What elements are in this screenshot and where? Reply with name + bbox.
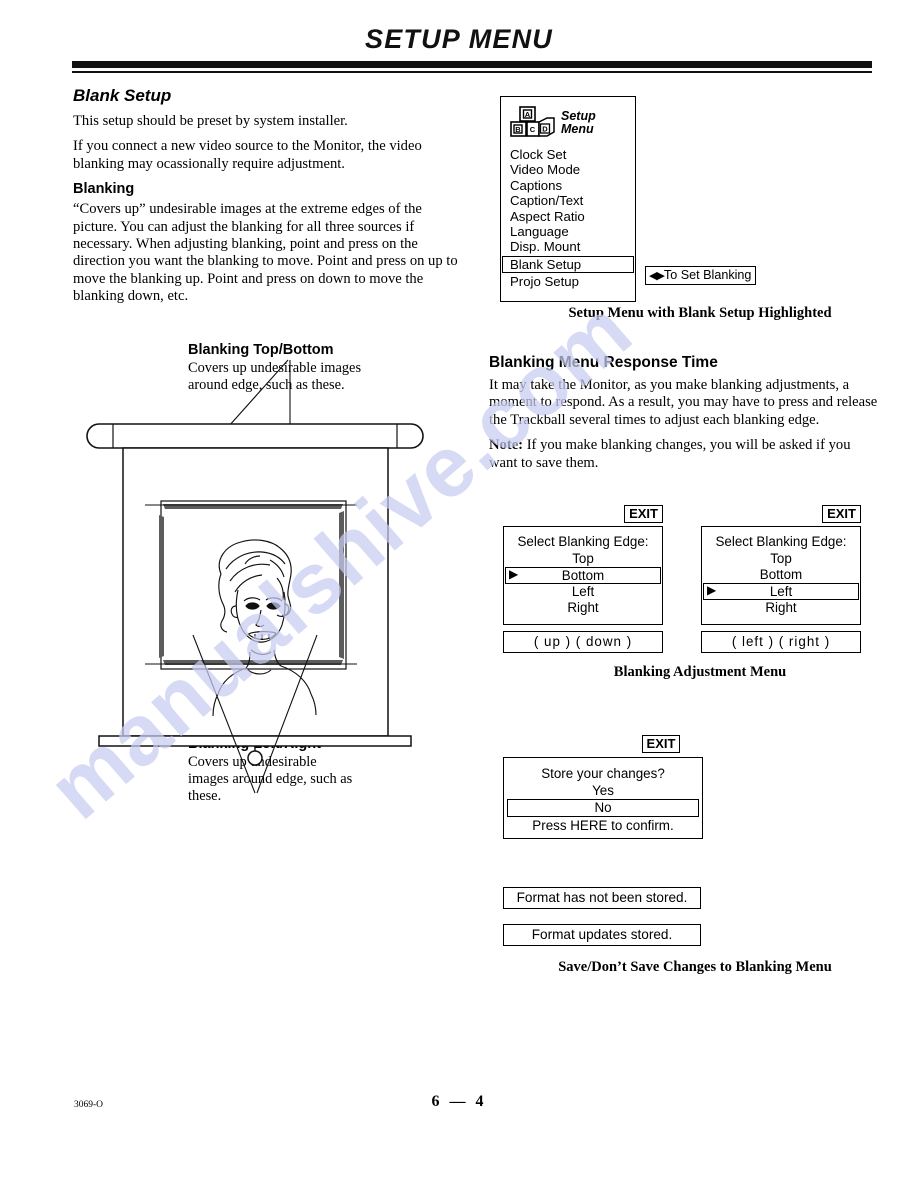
alphabet-blocks-icon: A B C D <box>510 106 555 137</box>
save-changes-caption: Save/Don’t Save Changes to Blanking Menu <box>558 959 832 975</box>
blanking-option-bottom-left-label: Bottom <box>561 568 605 583</box>
select-blanking-edge-box-left-right: Select Blanking Edge: Top Bottom ▶ Left R… <box>701 526 861 625</box>
blanking-option-bottom-left[interactable]: ▶ Bottom <box>505 567 661 584</box>
setup-menu-item-disp-mount[interactable]: Disp. Mount <box>501 239 635 254</box>
svg-text:C: C <box>530 125 536 134</box>
select-blanking-edge-box-up-down: Select Blanking Edge: Top ▶ Bottom Left R… <box>503 526 663 625</box>
left-right-arrows-icon: ◀▶ <box>649 270 665 282</box>
store-changes-dialog: Store your changes? Yes No Press HERE to… <box>503 757 703 839</box>
to-set-blanking-hint: ◀▶To Set Blanking <box>645 266 757 285</box>
blanking-option-left-right[interactable]: ▶ Left <box>703 583 859 600</box>
right-column: Blanking Menu Response Time It may take … <box>489 354 879 480</box>
setup-menu-item-aspect-ratio[interactable]: Aspect Ratio <box>501 209 635 224</box>
exit-row-store: EXIT <box>503 735 761 753</box>
note-text: If you make blanking changes, you will b… <box>489 437 851 471</box>
store-changes-question: Store your changes? <box>541 766 665 781</box>
exit-row-left: EXIT <box>503 505 663 523</box>
setup-menu-title: Setup Menu <box>561 110 596 136</box>
svg-text:D: D <box>542 125 548 134</box>
blanking-option-top-right[interactable]: Top <box>708 551 854 567</box>
svg-text:B: B <box>515 125 521 134</box>
note-label: Note: <box>489 437 524 454</box>
footer-page-number: 6 — 4 <box>431 1093 487 1110</box>
cursor-arrow-icon-right: ▶ <box>707 583 717 597</box>
blanking-option-left-right-label: Left <box>769 584 793 599</box>
setup-menu-item-captions[interactable]: Captions <box>501 178 635 193</box>
cursor-arrow-icon-left: ▶ <box>509 567 519 581</box>
select-blanking-edge-title-right: Select Blanking Edge: <box>715 534 847 549</box>
blank-setup-paragraph-1: This setup should be preset by system in… <box>73 113 348 129</box>
svg-text:A: A <box>525 110 531 119</box>
exit-button-store[interactable]: EXIT <box>641 735 681 753</box>
up-down-button-bar[interactable]: ( up ) ( down ) <box>503 631 663 653</box>
setup-menu-item-projo-setup[interactable]: Projo Setup <box>501 274 635 289</box>
header-rule-thin <box>72 71 872 73</box>
blanking-menu-left-right: EXIT Select Blanking Edge: Top Bottom ▶ L… <box>701 505 861 653</box>
setup-menu-title-line2: Menu <box>561 122 594 136</box>
projection-screen-illustration <box>86 359 424 794</box>
store-option-no[interactable]: No <box>507 799 699 817</box>
blank-setup-heading: Blank Setup <box>73 86 172 105</box>
setup-menu-item-video-mode[interactable]: Video Mode <box>501 162 635 177</box>
setup-menu-caption: Setup Menu with Blank Setup Highlighted <box>568 305 832 321</box>
store-confirm-text: Press HERE to confirm. <box>532 818 674 833</box>
setup-menu-list: Clock Set Video Mode Captions Caption/Te… <box>501 147 635 289</box>
setup-menu-item-language[interactable]: Language <box>501 224 635 239</box>
message-not-stored: Format has not been stored. <box>503 887 701 909</box>
setup-menu-header: A B C D Setup Menu <box>501 103 635 145</box>
blanking-option-bottom-right[interactable]: Bottom <box>708 567 854 583</box>
setup-menu-item-blank-setup[interactable]: Blank Setup <box>502 255 634 273</box>
page-header: SETUP MENU <box>0 24 918 55</box>
response-time-heading: Blanking Menu Response Time <box>489 354 718 371</box>
left-column: Blank Setup This setup should be preset … <box>73 86 461 314</box>
exit-button-left-right[interactable]: EXIT <box>822 505 861 523</box>
blanking-option-right-right[interactable]: Right <box>708 600 854 616</box>
blanking-menu-up-down: EXIT Select Blanking Edge: Top ▶ Bottom L… <box>503 505 663 653</box>
blanking-heading: Blanking <box>73 181 135 198</box>
exit-row-right: EXIT <box>701 505 861 523</box>
header-divider <box>72 61 872 73</box>
blanking-adjustment-caption: Blanking Adjustment Menu <box>613 664 787 680</box>
store-option-yes[interactable]: Yes <box>510 782 696 799</box>
response-time-note: Note: If you make blanking changes, you … <box>489 437 879 472</box>
setup-menu-osd[interactable]: A B C D Setup Menu Clock Set Video Mode … <box>500 96 636 302</box>
setup-menu-item-clock-set[interactable]: Clock Set <box>501 147 635 162</box>
blanking-option-top-left[interactable]: Top <box>510 551 656 567</box>
blank-setup-paragraph-2: If you connect a new video source to the… <box>73 138 422 172</box>
header-rule-thick <box>72 61 872 68</box>
response-time-paragraph: It may take the Monitor, as you make bla… <box>489 377 878 428</box>
message-stored: Format updates stored. <box>503 924 701 946</box>
blanking-option-right-left[interactable]: Right <box>510 600 656 616</box>
blanking-option-left-left[interactable]: Left <box>510 584 656 600</box>
to-set-blanking-label: To Set Blanking <box>663 268 752 282</box>
store-changes-group: EXIT Store your changes? Yes No Press HE… <box>503 735 703 839</box>
page-title: SETUP MENU <box>364 24 553 54</box>
blanking-paragraph: “Covers up” undesirable images at the ex… <box>73 201 458 305</box>
select-blanking-edge-title-left: Select Blanking Edge: <box>517 534 649 549</box>
left-right-button-bar[interactable]: ( left ) ( right ) <box>701 631 861 653</box>
setup-menu-item-caption-text[interactable]: Caption/Text <box>501 193 635 208</box>
exit-button-up-down[interactable]: EXIT <box>624 505 663 523</box>
